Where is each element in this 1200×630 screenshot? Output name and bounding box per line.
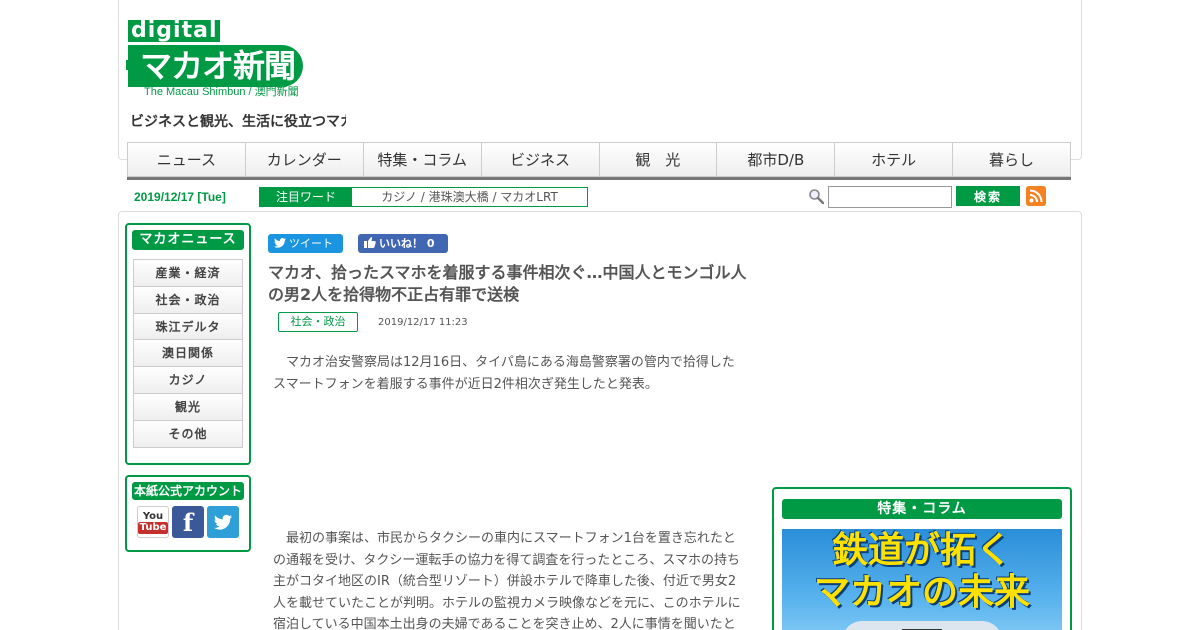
logo-main: マカオ新聞 — [125, 45, 304, 87]
current-date: 2019/12/17 [Tue] — [134, 190, 226, 204]
rss-icon[interactable] — [1026, 186, 1046, 206]
social-links: You Tube f — [137, 506, 249, 538]
search-input[interactable] — [828, 186, 952, 208]
main-nav: ニュース カレンダー 特集・コラム ビジネス 観 光 都市D/B ホテル 暮らし — [127, 142, 1071, 180]
article-paragraph: 最初の事案は、市民からタクシーの車内にスマートフォン1台を置き忘れたとの通報を受… — [273, 531, 741, 630]
site-logo[interactable]: digital マカオ新聞 The Macau Shimbun / 澳門新聞 — [125, 18, 348, 102]
feature-banner-line1: 鉄道が拓く — [831, 530, 1012, 571]
nav-item-tourism[interactable]: 観 光 — [598, 142, 717, 177]
article-paragraph: マカオ治安警察局は12月16日、タイパ島にある海島警察署の管内で拾得したスマート… — [273, 355, 735, 392]
train-image — [842, 621, 1002, 630]
category-economy[interactable]: 産業・経済 — [133, 260, 243, 287]
category-society[interactable]: 社会・政治 — [133, 286, 243, 314]
news-categories-box: マカオニュース 産業・経済 社会・政治 珠江デルタ 澳日関係 カジノ 観光 その… — [125, 223, 251, 465]
page: digital マカオ新聞 The Macau Shimbun / 澳門新聞 ビ… — [0, 0, 1200, 630]
site-tagline: ビジネスと観光、生活に役立つマカオ — [130, 114, 346, 130]
news-categories-title: マカオニュース — [132, 230, 244, 250]
twitter-bird-icon — [274, 238, 286, 248]
category-other[interactable]: その他 — [133, 420, 243, 448]
keywords-label: 注目ワード — [260, 188, 352, 206]
official-accounts-box: 本紙公式アカウント You Tube f — [125, 475, 251, 552]
feature-column-box: 特集・コラム 鉄道が拓く マカオの未来 — [772, 487, 1072, 630]
youtube-icon[interactable]: You Tube — [137, 506, 169, 538]
nav-item-business[interactable]: ビジネス — [480, 142, 599, 177]
feature-banner-line2: マカオの未来 — [813, 572, 1030, 613]
article-timestamp: 2019/12/17 11:23 — [378, 317, 468, 328]
keywords-links[interactable]: カジノ / 港珠澳大橋 / マカオLRT — [352, 188, 587, 206]
feature-column-title: 特集・コラム — [782, 499, 1062, 519]
nav-item-features[interactable]: 特集・コラム — [362, 142, 481, 177]
like-button[interactable]: いいね！ 0 — [358, 234, 448, 253]
article-category-badge[interactable]: 社会・政治 — [278, 312, 358, 332]
category-casino[interactable]: カジノ — [133, 367, 243, 394]
facebook-icon[interactable]: f — [172, 506, 204, 538]
article-title: マカオ、拾ったスマホを着服する事件相次ぐ…中国人とモンゴル人の男2人を拾得物不正… — [268, 263, 747, 304]
tweet-label: ツイート — [289, 237, 333, 250]
twitter-icon[interactable] — [207, 506, 239, 538]
nav-item-hotel[interactable]: ホテル — [834, 142, 953, 177]
category-tourism[interactable]: 観光 — [133, 393, 243, 421]
nav-item-city-db[interactable]: 都市D/B — [716, 142, 835, 177]
youtube-tube: Tube — [137, 521, 169, 534]
thumbs-up-icon — [364, 237, 376, 248]
logo-digital: digital — [128, 20, 221, 42]
news-category-list: 産業・経済 社会・政治 珠江デルタ 澳日関係 カジノ 観光 その他 — [133, 259, 243, 448]
nav-item-news[interactable]: ニュース — [127, 142, 245, 177]
youtube-you: You — [142, 510, 164, 522]
tweet-button[interactable]: ツイート — [268, 234, 343, 253]
category-pearl-delta[interactable]: 珠江デルタ — [133, 313, 243, 341]
official-accounts-title: 本紙公式アカウント — [132, 482, 244, 500]
search-icon — [809, 189, 824, 204]
like-label: いいね！ 0 — [379, 237, 435, 250]
feature-banner[interactable]: 鉄道が拓く マカオの未来 — [782, 529, 1062, 630]
nav-item-living[interactable]: 暮らし — [952, 142, 1071, 177]
category-macau-japan[interactable]: 澳日関係 — [133, 340, 243, 368]
logo-subtitle: The Macau Shimbun / 澳門新聞 — [144, 86, 299, 98]
nav-item-calendar[interactable]: カレンダー — [244, 142, 363, 177]
trending-keywords: 注目ワード カジノ / 港珠澳大橋 / マカオLRT — [259, 187, 588, 207]
search-button[interactable]: 検索 — [956, 186, 1020, 206]
